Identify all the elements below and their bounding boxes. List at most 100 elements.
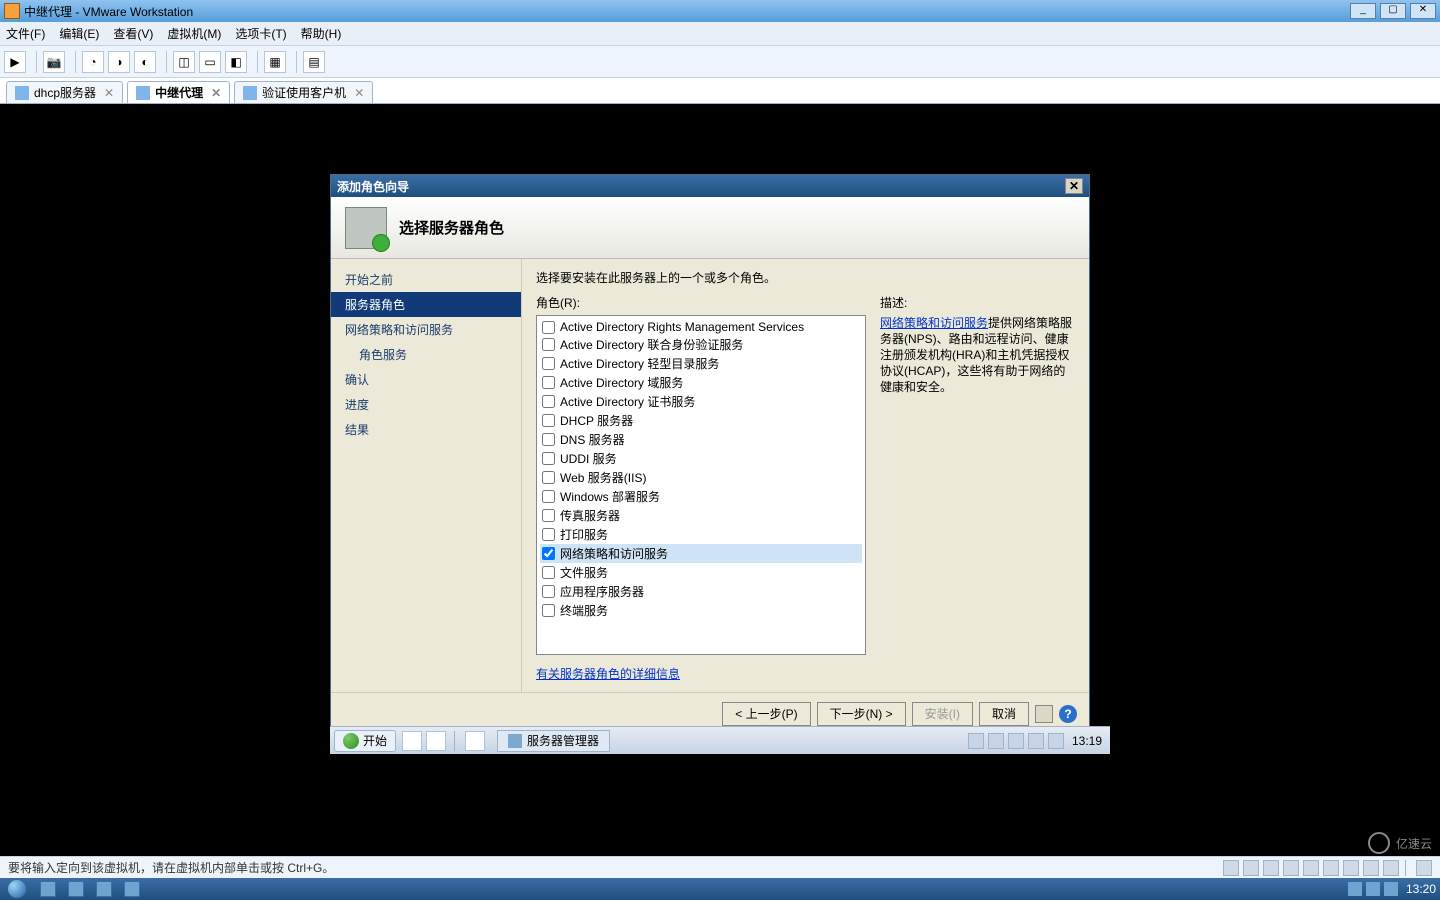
tray-flag-icon[interactable] <box>1348 882 1362 896</box>
wizard-nav-item[interactable]: 进度 <box>331 392 521 417</box>
roles-listbox[interactable]: Active Directory Rights Management Servi… <box>536 315 866 655</box>
wizard-nav-item[interactable]: 网络策略和访问服务 <box>331 317 521 342</box>
menu-edit[interactable]: 编辑(E) <box>59 25 99 42</box>
vm-tab-relay[interactable]: 中继代理✕ <box>127 81 230 103</box>
wizard-nav-item[interactable]: 确认 <box>331 367 521 392</box>
device-net-icon[interactable] <box>1283 860 1299 876</box>
device-sound-icon[interactable] <box>1363 860 1379 876</box>
start-button[interactable]: 开始 <box>334 730 396 752</box>
role-item[interactable]: Windows 部署服务 <box>540 487 862 506</box>
role-checkbox[interactable] <box>542 471 555 484</box>
role-checkbox[interactable] <box>542 585 555 598</box>
power-on-icon[interactable]: ▶ <box>4 51 26 73</box>
snapshot-manage-icon[interactable]: ◐ <box>134 51 156 73</box>
device-cd-icon[interactable] <box>1243 860 1259 876</box>
device-display-icon[interactable] <box>1383 860 1399 876</box>
message-icon[interactable] <box>1416 860 1432 876</box>
role-item[interactable]: 终端服务 <box>540 601 862 620</box>
guest-clock[interactable]: 13:19 <box>1072 734 1102 748</box>
device-hdd-icon[interactable] <box>1223 860 1239 876</box>
print-icon[interactable] <box>1035 705 1053 723</box>
fullscreen-icon[interactable]: ▭ <box>199 51 221 73</box>
tray-volume-icon[interactable] <box>1384 882 1398 896</box>
role-checkbox[interactable] <box>542 604 555 617</box>
taskbar-explorer-icon[interactable] <box>62 878 90 900</box>
taskbar-app-icon[interactable] <box>90 878 118 900</box>
menu-vm[interactable]: 虚拟机(M) <box>167 25 221 42</box>
role-item[interactable]: Active Directory Rights Management Servi… <box>540 319 862 335</box>
taskbar-task-server-manager[interactable]: 服务器管理器 <box>497 730 610 752</box>
quicklaunch-icon[interactable] <box>426 731 446 751</box>
role-checkbox[interactable] <box>542 528 555 541</box>
tray-icon[interactable] <box>1008 733 1024 749</box>
host-clock[interactable]: 13:20 <box>1406 882 1436 896</box>
wizard-titlebar[interactable]: 添加角色向导 ✕ <box>331 175 1089 197</box>
close-button[interactable]: ✕ <box>1410 3 1436 19</box>
menu-file[interactable]: 文件(F) <box>6 25 45 42</box>
wizard-nav-item[interactable]: 开始之前 <box>331 267 521 292</box>
role-item[interactable]: 文件服务 <box>540 563 862 582</box>
snapshot-icon[interactable]: 📷 <box>43 51 65 73</box>
taskbar-word-icon[interactable] <box>118 878 146 900</box>
role-checkbox[interactable] <box>542 338 555 351</box>
next-button[interactable]: 下一步(N) > <box>817 702 906 726</box>
vm-display-area[interactable]: 添加角色向导 ✕ 选择服务器角色 开始之前服务器角色网络策略和访问服务角色服务确… <box>0 104 1440 856</box>
tray-icon[interactable] <box>968 733 984 749</box>
tray-network-icon[interactable] <box>1366 882 1380 896</box>
role-item[interactable]: Active Directory 证书服务 <box>540 392 862 411</box>
vmware-menubar[interactable]: 文件(F) 编辑(E) 查看(V) 虚拟机(M) 选项卡(T) 帮助(H) <box>0 22 1440 46</box>
role-checkbox[interactable] <box>542 509 555 522</box>
role-checkbox[interactable] <box>542 321 555 334</box>
tab-close-icon[interactable]: ✕ <box>354 86 364 100</box>
thumbnail-icon[interactable]: ▤ <box>303 51 325 73</box>
wizard-nav-item[interactable]: 服务器角色 <box>331 292 521 317</box>
role-item[interactable]: Web 服务器(IIS) <box>540 468 862 487</box>
role-checkbox[interactable] <box>542 566 555 579</box>
quicklaunch-icon[interactable] <box>402 731 422 751</box>
role-checkbox[interactable] <box>542 414 555 427</box>
vm-tab-client[interactable]: 验证使用客户机✕ <box>234 81 373 103</box>
role-item[interactable]: Active Directory 轻型目录服务 <box>540 354 862 373</box>
quicklaunch-icon[interactable] <box>465 731 485 751</box>
snapshot-revert-icon[interactable]: ◑ <box>108 51 130 73</box>
device-net2-icon[interactable] <box>1303 860 1319 876</box>
vm-tab-dhcp[interactable]: dhcp服务器✕ <box>6 81 123 103</box>
device-printer-icon[interactable] <box>1343 860 1359 876</box>
prev-button[interactable]: < 上一步(P) <box>722 702 810 726</box>
device-cd2-icon[interactable] <box>1263 860 1279 876</box>
role-checkbox[interactable] <box>542 357 555 370</box>
role-checkbox[interactable] <box>542 452 555 465</box>
maximize-button[interactable]: ▢ <box>1380 3 1406 19</box>
more-info-link[interactable]: 有关服务器角色的详细信息 <box>536 667 680 681</box>
description-link[interactable]: 网络策略和访问服务 <box>880 316 988 330</box>
role-item[interactable]: Active Directory 联合身份验证服务 <box>540 335 862 354</box>
snapshot-take-icon[interactable]: ◔ <box>82 51 104 73</box>
role-item[interactable]: 打印服务 <box>540 525 862 544</box>
role-checkbox[interactable] <box>542 376 555 389</box>
role-checkbox[interactable] <box>542 395 555 408</box>
role-item[interactable]: 传真服务器 <box>540 506 862 525</box>
role-checkbox[interactable] <box>542 490 555 503</box>
tray-icon[interactable] <box>988 733 1004 749</box>
role-item[interactable]: 网络策略和访问服务 <box>540 544 862 563</box>
role-item[interactable]: DNS 服务器 <box>540 430 862 449</box>
tab-close-icon[interactable]: ✕ <box>211 86 221 100</box>
menu-tabs[interactable]: 选项卡(T) <box>235 25 286 42</box>
role-checkbox[interactable] <box>542 433 555 446</box>
help-icon[interactable]: ? <box>1059 705 1077 723</box>
guest-desktop[interactable]: 添加角色向导 ✕ 选择服务器角色 开始之前服务器角色网络策略和访问服务角色服务确… <box>330 174 1110 754</box>
tray-icon[interactable] <box>1028 733 1044 749</box>
cancel-button[interactable]: 取消 <box>979 702 1029 726</box>
menu-help[interactable]: 帮助(H) <box>301 25 342 42</box>
role-item[interactable]: DHCP 服务器 <box>540 411 862 430</box>
wizard-nav-item[interactable]: 角色服务 <box>331 342 521 367</box>
tab-close-icon[interactable]: ✕ <box>104 86 114 100</box>
minimize-button[interactable]: _ <box>1350 3 1376 19</box>
role-item[interactable]: Active Directory 域服务 <box>540 373 862 392</box>
wizard-nav-item[interactable]: 结果 <box>331 417 521 442</box>
menu-view[interactable]: 查看(V) <box>113 25 153 42</box>
role-item[interactable]: UDDI 服务 <box>540 449 862 468</box>
seamless-icon[interactable]: ◧ <box>225 51 247 73</box>
unity-icon[interactable]: ◫ <box>173 51 195 73</box>
library-icon[interactable]: ▦ <box>264 51 286 73</box>
